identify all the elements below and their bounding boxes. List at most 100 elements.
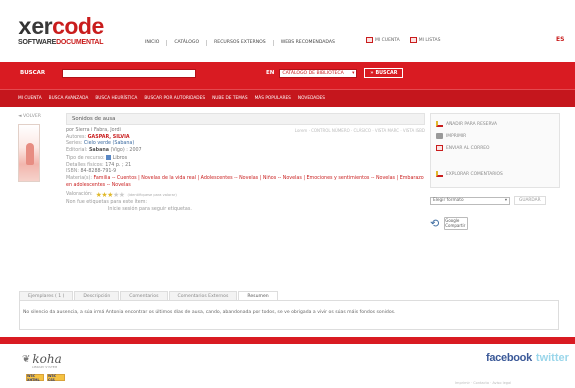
topnav-external-resources[interactable]: RECURSOS EXTERNOS [214, 40, 266, 46]
chevron-down-icon: ▾ [504, 198, 507, 203]
value-publisher: Sabana [88, 148, 109, 154]
my-lists-link[interactable]: MI LISTAS [409, 37, 440, 43]
label-authors: Autores: [66, 134, 87, 140]
w3c-xhtml-badge[interactable]: W3C XHTML [26, 374, 44, 382]
search-button[interactable]: » BUSCAR [364, 68, 404, 78]
save-format-row: Elegir formato ▾ GUARDAR [430, 196, 560, 205]
print-label: IMPRIMIR [446, 133, 467, 139]
my-account-link[interactable]: MI CUENTA [366, 37, 400, 43]
comment-icon [436, 171, 443, 177]
action-box: AÑADIR PARA RESERVA IMPRIMIR ENVIAR AL C… [430, 113, 560, 188]
language-switch[interactable]: ES [556, 36, 564, 43]
value-subjects[interactable]: Familia -- Cuentos | Novelas de la vida … [66, 176, 424, 188]
record-sidebar: AÑADIR PARA RESERVA IMPRIMIR ENVIAR AL C… [430, 113, 560, 230]
subnav-tag-cloud[interactable]: NUBE DE TEMAS [212, 96, 248, 101]
subnav-new-items[interactable]: NOVEDADES [298, 96, 325, 101]
format-select-value: Elegir formato [433, 198, 464, 203]
value-type: Libros [112, 155, 128, 161]
subnav-authority-search[interactable]: BUSCAR POR AUTORIDADES [144, 96, 205, 101]
site-logo[interactable]: xercode SOFTWAREDOCUMENTAL [18, 13, 104, 47]
logo-tagline-a: SOFTWARE [18, 39, 57, 46]
value-edition-rest: (Vigo) : 2007 [110, 148, 142, 154]
account-links: MI CUENTA MI LISTAS [366, 37, 440, 43]
subnav-heuristic-search[interactable]: BUSCA HEURÍSTICA [95, 96, 137, 101]
topnav-separator [206, 40, 208, 46]
field-type: Tipo de recurso: Libros [66, 154, 425, 163]
tags-none: Non fue etiquetas para este ítem: [66, 200, 148, 206]
value-authors[interactable]: GASPAR, SILVIA [88, 135, 130, 140]
field-edition: Editorial: Sabana (Vigo) : 2007 [66, 148, 425, 155]
label-series: Series: [66, 141, 83, 147]
value-series[interactable]: Cielo verde (Sabana) [84, 141, 134, 146]
rating-note: (identifiquese para valorar) [127, 193, 177, 198]
summary-text: No silencio da ausencia, a súa irmá Anto… [23, 310, 396, 315]
record-top-row: por Sierra i Fabra, Jordi Lorem · CONTRO… [66, 128, 425, 135]
email-label: ENVIAR AL CORREO [446, 145, 490, 151]
label-type: Tipo de recurso: [66, 155, 105, 161]
tags-login[interactable]: Inicie sesión para seguir etiquetas. [108, 207, 425, 214]
print-action[interactable]: IMPRIMIR [436, 133, 554, 139]
search-input[interactable] [62, 68, 196, 78]
topnav-home[interactable]: INICIO [145, 40, 159, 46]
rating-row: Valoración: ★★★★★ (identifiquese para va… [66, 192, 425, 199]
record-title-bar: Sonidos de ausa [66, 113, 425, 125]
google-share-label: Google Compartir [445, 218, 466, 228]
footer-links[interactable]: Imprimir · Contacto · Aviso legal [455, 381, 511, 385]
record-author-line[interactable]: por Sierra i Fabra, Jordi [66, 128, 121, 135]
comments-label: EXPLORAR COMENTARIOS [446, 171, 503, 177]
share-row: ⟲ Google Compartir [430, 217, 560, 230]
subnav-most-popular[interactable]: MÁS POPULARES [255, 96, 291, 101]
topnav-catalog[interactable]: CATÁLOGO [174, 40, 199, 46]
topnav-recommended-webs[interactable]: WEBS RECOMENDADAS [281, 40, 335, 46]
email-action[interactable]: ENVIAR AL CORREO [436, 145, 554, 151]
value-isbn: 84-8288-791-9 [80, 169, 117, 175]
search-scope-label: EN [266, 70, 275, 76]
share-icon: ⟲ [430, 217, 440, 230]
place-hold-label: AÑADIR PARA RESERVA [446, 121, 497, 127]
book-cover[interactable] [18, 124, 40, 182]
site-header: xercode SOFTWAREDOCUMENTAL INICIO CATÁLO… [0, 0, 575, 62]
facebook-link[interactable]: facebook [486, 352, 532, 364]
koha-swirl-icon: ❦ [22, 353, 31, 365]
record-details: por Sierra i Fabra, Jordi Lorem · CONTRO… [66, 128, 425, 213]
logo-tagline-b: DOCUMENTAL [56, 39, 104, 46]
chevron-down-icon: ▾ [352, 70, 355, 76]
arrow-right-icon: » [370, 70, 374, 76]
search-scope-select[interactable]: CATÁLOGO DE BIBLIOTECA ▾ [279, 68, 358, 78]
twitter-link[interactable]: twitter [536, 352, 569, 364]
field-subjects: Materia(s): Familia -- Cuentos | Novelas… [66, 176, 425, 189]
record-view-links[interactable]: Lorem · CONTROL NÚMERO · CLÁSICO · VISTA… [295, 128, 425, 135]
label-isbn: ISBN: [66, 169, 79, 175]
logo-tagline: SOFTWAREDOCUMENTAL [18, 39, 104, 46]
subnav-advanced-search[interactable]: BUSCA AVANZADA [49, 96, 89, 101]
topnav-separator [166, 40, 168, 46]
star-icon[interactable]: ★ [119, 191, 125, 199]
logo-x: x [18, 15, 32, 41]
cover-figure [26, 143, 34, 165]
google-share-button[interactable]: Google Compartir [444, 217, 469, 230]
field-details: Detalles físicos: 174 p. ; 21 [66, 163, 425, 170]
koha-logo[interactable]: ❦ koha [22, 352, 62, 366]
save-button[interactable]: GUARDAR [514, 196, 546, 205]
w3c-css-badge[interactable]: W3C CSS [47, 374, 65, 382]
list-icon [409, 37, 417, 43]
search-button-label: BUSCAR [375, 70, 398, 76]
rating-stars[interactable]: ★★★★★ [96, 192, 125, 199]
comments-action[interactable]: EXPLORAR COMENTARIOS [436, 171, 554, 177]
label-subjects: Materia(s): [66, 175, 93, 181]
back-link[interactable]: ◄ VOLVER [18, 114, 41, 119]
value-details: 174 p. ; 21 [105, 162, 132, 168]
koha-wordmark: koha [32, 352, 62, 366]
place-hold-action[interactable]: AÑADIR PARA RESERVA [436, 121, 554, 127]
footer-bar [0, 337, 575, 344]
subnav-my-account[interactable]: MI CUENTA [18, 96, 42, 101]
printer-icon [436, 133, 443, 139]
book-icon [106, 154, 112, 160]
search-scope-value: CATÁLOGO DE BIBLIOTECA [282, 70, 344, 76]
search-form: BUSCAR EN CATÁLOGO DE BIBLIOTECA ▾ » BUS… [20, 68, 404, 78]
format-select[interactable]: Elegir formato ▾ [430, 196, 510, 205]
record-title: Sonidos de ausa [72, 116, 116, 122]
logo-wordmark: xercode [18, 13, 104, 41]
logo-code: code [52, 13, 104, 39]
pencil-icon [436, 121, 443, 127]
